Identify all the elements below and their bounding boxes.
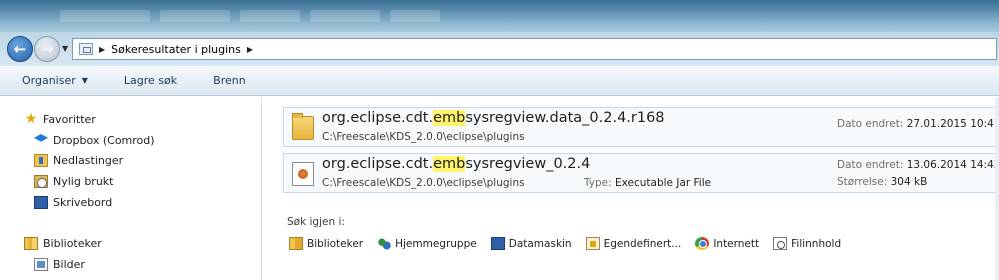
sidebar-item-pictures[interactable]: Bilder — [34, 258, 85, 271]
blurred-breadcrumb — [240, 10, 300, 22]
result-type: Type: Executable Jar File — [584, 177, 712, 189]
blurred-breadcrumb — [160, 10, 230, 22]
burn-label: Brenn — [213, 74, 246, 87]
star-icon: ★ — [24, 111, 38, 127]
address-bar[interactable]: ▶ Søkeresultater i plugins ▶ — [72, 38, 997, 60]
libraries-icon — [289, 237, 303, 250]
search-match-highlight: emb — [433, 110, 466, 126]
search-folder-icon — [79, 43, 93, 55]
search-again-libraries[interactable]: Biblioteker — [289, 237, 363, 250]
sidebar-item-libraries[interactable]: Biblioteker — [24, 237, 102, 250]
homegroup-icon — [377, 237, 392, 250]
chevron-right-icon[interactable]: ▶ — [99, 45, 105, 54]
back-button[interactable]: ← — [7, 36, 33, 62]
arrow-left-icon: ← — [13, 40, 27, 58]
search-match-highlight: emb — [433, 156, 466, 172]
recent-places-icon — [34, 175, 48, 188]
search-again-custom[interactable]: Egendefinert... — [585, 237, 681, 250]
sidebar-item-desktop[interactable]: Skrivebord — [34, 196, 112, 209]
desktop-icon — [34, 196, 48, 209]
sidebar-item-label: Nedlastinger — [53, 154, 124, 167]
sidebar-item-label: Dropbox (Comrod) — [53, 134, 155, 147]
sidebar-item-label: Skrivebord — [53, 196, 113, 209]
jar-file-icon — [292, 162, 314, 186]
dropbox-icon — [34, 134, 48, 142]
save-search-label: Lagre søk — [123, 74, 178, 87]
search-again-internet[interactable]: Internett — [695, 237, 759, 250]
breadcrumb[interactable]: Søkeresultater i plugins — [111, 43, 241, 56]
blurred-breadcrumb — [60, 10, 150, 22]
computer-icon — [490, 237, 505, 250]
sidebar-item-label: Bilder — [53, 258, 85, 271]
result-path: C:\Freescale\KDS_2.0.0\eclipse\plugins — [322, 131, 525, 143]
result-name: org.eclipse.cdt.embsysregview_0.2.4 — [322, 156, 591, 172]
search-again-computer[interactable]: Datamaskin — [490, 237, 572, 250]
chevron-right-icon[interactable]: ▶ — [247, 45, 253, 54]
window-title-bar — [0, 0, 999, 32]
search-again-options: Biblioteker Hjemmegruppe Datamaskin Egen… — [289, 237, 841, 250]
organize-label: Organiser — [22, 74, 76, 87]
chevron-down-icon: ▼ — [81, 76, 88, 85]
sidebar-item-label: Favoritter — [43, 113, 96, 126]
blurred-breadcrumb — [390, 10, 440, 22]
file-contents-icon — [773, 237, 788, 250]
arrow-right-icon: → — [40, 40, 54, 58]
result-item[interactable]: org.eclipse.cdt.embsysregview.data_0.2.4… — [283, 107, 999, 147]
search-again-file-contents[interactable]: Filinnhold — [773, 237, 841, 250]
result-name: org.eclipse.cdt.embsysregview.data_0.2.4… — [322, 110, 665, 126]
search-results-pane: org.eclipse.cdt.embsysregview.data_0.2.4… — [263, 97, 999, 280]
forward-button[interactable]: → — [34, 36, 60, 62]
navigation-pane: ★ Favoritter Dropbox (Comrod) Nedlasting… — [0, 97, 262, 280]
search-again-label: Søk igjen i: — [287, 216, 345, 228]
result-modified: Dato endret: 27.01.2015 10:41 — [837, 118, 999, 130]
command-bar: Organiser ▼ Lagre søk Brenn — [0, 66, 999, 96]
blurred-breadcrumb — [310, 10, 380, 22]
save-search-button[interactable]: Lagre søk — [118, 70, 183, 91]
downloads-icon — [34, 154, 48, 167]
burn-button[interactable]: Brenn — [207, 70, 252, 91]
pictures-icon — [34, 258, 48, 271]
internet-icon — [695, 237, 710, 250]
sidebar-item-recent-places[interactable]: Nylig brukt — [34, 175, 114, 188]
custom-location-icon — [585, 237, 600, 250]
result-size: Størrelse: 304 kB — [837, 176, 928, 188]
search-again-homegroup[interactable]: Hjemmegruppe — [377, 237, 477, 250]
sidebar-item-favorites[interactable]: ★ Favoritter — [24, 111, 96, 127]
sidebar-item-label: Nylig brukt — [53, 175, 114, 188]
sidebar-item-dropbox[interactable]: Dropbox (Comrod) — [34, 134, 155, 147]
folder-icon — [292, 113, 314, 140]
sidebar-item-downloads[interactable]: Nedlastinger — [34, 154, 123, 167]
sidebar-item-label: Biblioteker — [43, 237, 102, 250]
result-item[interactable]: org.eclipse.cdt.embsysregview_0.2.4 C:\F… — [283, 153, 999, 193]
organize-button[interactable]: Organiser ▼ — [16, 70, 94, 91]
libraries-icon — [24, 237, 38, 250]
scrollbar[interactable] — [995, 97, 999, 280]
recent-pages-dropdown[interactable]: ▼ — [62, 44, 70, 53]
result-path: C:\Freescale\KDS_2.0.0\eclipse\plugins — [322, 177, 525, 189]
result-modified: Dato endret: 13.06.2014 14:43 — [837, 159, 999, 171]
address-row: ← → ▼ ▶ Søkeresultater i plugins ▶ — [0, 32, 999, 66]
